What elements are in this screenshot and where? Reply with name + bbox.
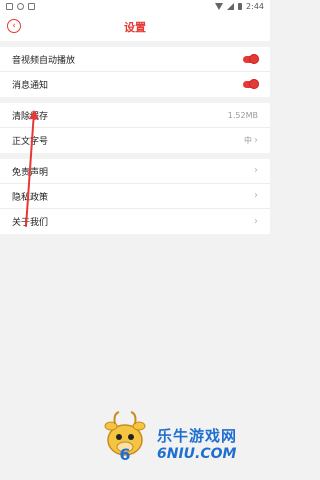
setting-label: 关于我们 [12,218,49,228]
svg-text:6: 6 [119,445,130,462]
page-title: 设置 [124,21,146,34]
setting-autoplay: 音视频自动播放 [0,47,270,72]
chevron-right-icon: › [254,134,258,146]
autoplay-toggle[interactable] [243,53,259,64]
notifications-toggle[interactable] [243,79,259,89]
setting-clear-cache[interactable]: 清除缓存 1.52MB [0,103,270,128]
toggle-knob [249,53,259,64]
toggle-knob [249,79,259,89]
chevron-left-icon: ‹ [12,20,16,31]
notification-icon [6,3,13,10]
chevron-right-icon: › [254,165,258,176]
setting-label: 消息通知 [12,81,49,91]
cache-size: 1.52MB [227,110,258,120]
signal-icon [227,3,235,10]
cow-mascot-logo: 6 [95,402,155,464]
setting-font-size[interactable]: 正文字号 中 › [0,128,270,153]
setting-disclaimer[interactable]: 免责声明 › [0,159,270,184]
font-size-value: 中 [244,136,252,145]
sync-icon [17,3,24,10]
wifi-icon [215,3,224,10]
chevron-right-icon: › [254,190,258,201]
settings-group-about: 免责声明 › 隐私政策 › 关于我们 › [0,159,270,234]
setting-notifications: 消息通知 [0,72,270,97]
setting-privacy-policy[interactable]: 隐私政策 › [0,184,270,209]
setting-label: 音视频自动播放 [12,55,76,66]
header: ‹ 设置 [0,13,270,41]
status-bar: 2:44 [0,0,270,13]
setting-about-us[interactable]: 关于我们 › [0,209,270,234]
settings-group-media: 音视频自动播放 消息通知 [0,47,270,97]
watermark-cn: 乐牛游戏网 [157,427,238,445]
arrow-head [29,110,39,119]
battery-icon [238,3,243,10]
status-time: 2:44 [246,2,264,11]
chevron-right-icon: › [254,215,258,227]
app-icon [28,3,35,10]
settings-group-display: 清除缓存 1.52MB 正文字号 中 › [0,103,270,153]
back-button[interactable]: ‹ [7,19,21,33]
watermark-en: 6NIU.COM [157,446,237,462]
watermark: 6 乐牛游戏网 6NIU.COM [95,402,238,464]
setting-label: 隐私政策 [12,192,49,203]
